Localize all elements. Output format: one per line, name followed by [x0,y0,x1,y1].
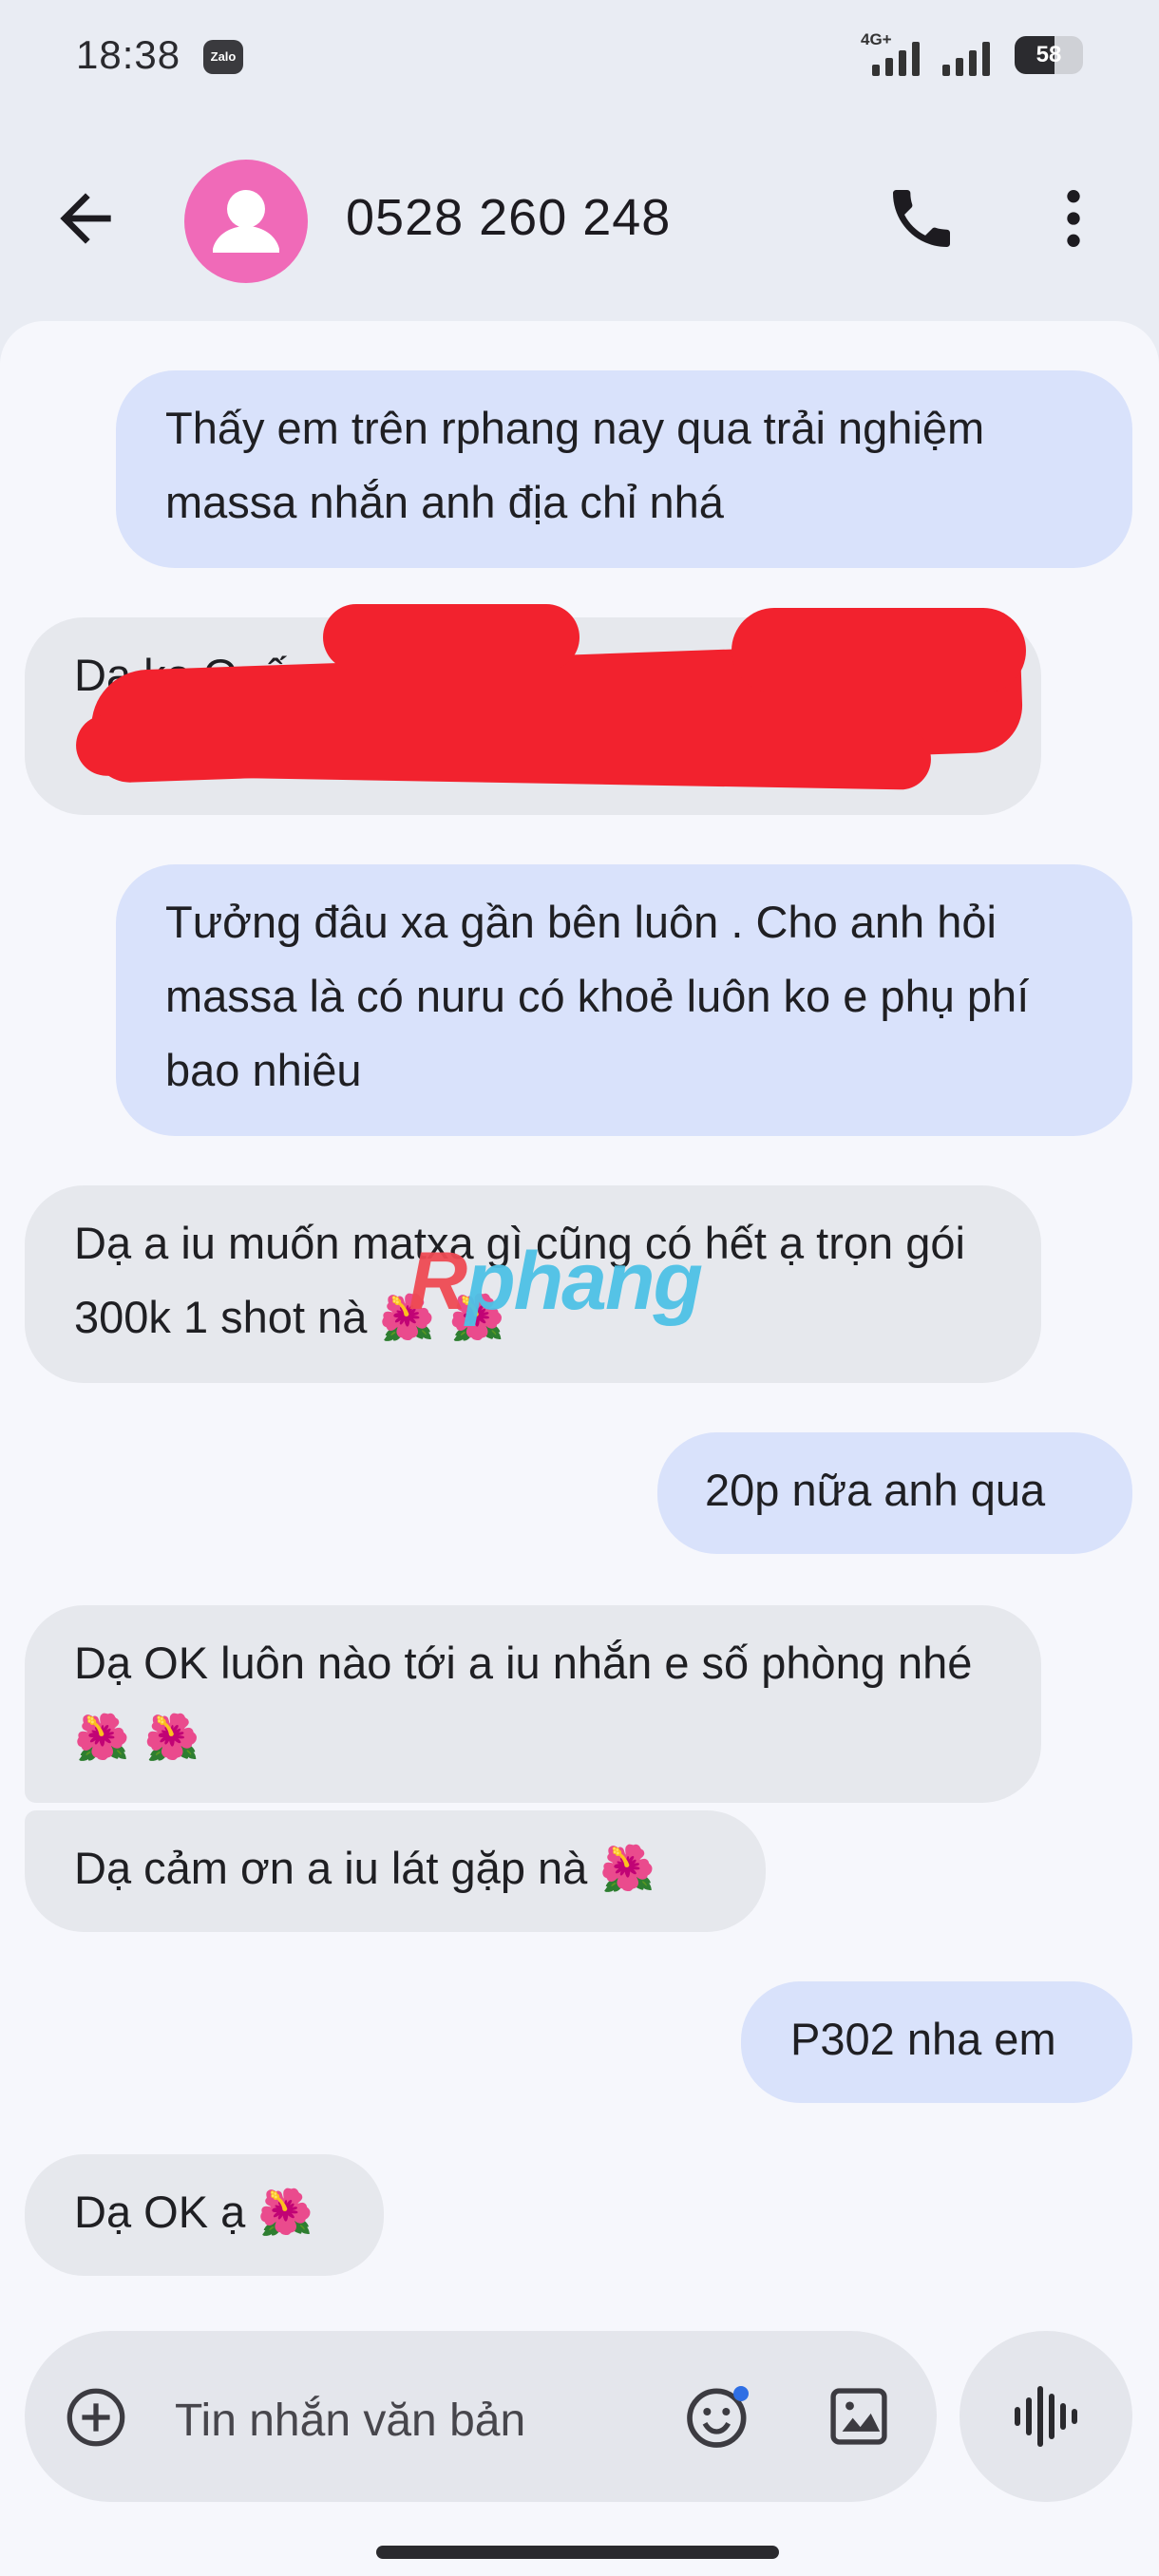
message-text: Dạ OK luôn nào tới a iu nhắn e số phòng … [74,1638,973,1688]
signal-icon [872,42,920,76]
message-text: Dạ cảm ơn a iu lát gặp nà [74,1843,588,1893]
hibiscus-emoji: 🌺 [599,1843,656,1895]
call-button[interactable] [884,180,960,256]
status-indicators: 4G+ 58 [855,28,1083,85]
add-attachment-button[interactable] [63,2384,129,2451]
more-vert-icon [1067,190,1080,247]
watermark-logo: Rphang [408,1236,703,1327]
battery-icon: 58 [1015,36,1083,74]
home-indicator[interactable] [376,2546,779,2559]
message-text: 20p nữa anh qua [705,1465,1046,1515]
redaction-scribble [323,604,580,671]
redaction-scribble [732,608,1026,693]
message-text: Tưởng đâu xa gần bên luôn . Cho anh hỏi … [165,897,1030,1095]
hibiscus-emoji: 🌺 🌺 [74,1712,200,1764]
signal-icon-2 [942,42,990,76]
message-incoming[interactable]: Dạ cảm ơn a iu lát gặp nà 🌺 [25,1810,766,1932]
contact-title[interactable]: 0528 260 248 [346,188,671,247]
image-icon [830,2388,887,2445]
back-button[interactable] [48,180,124,256]
avatar[interactable] [184,160,308,283]
more-options-button[interactable] [1036,180,1112,256]
add-circle-icon [66,2388,125,2447]
message-input[interactable] [173,2386,652,2454]
message-incoming[interactable]: Dạ OK luôn nào tới a iu nhắn e số phòng … [25,1605,1041,1803]
message-outgoing[interactable]: Thấy em trên rphang nay qua trải nghiệm … [116,370,1132,568]
phone-icon [893,190,950,247]
message-composer [25,2331,937,2502]
status-time: 18:38 [76,32,181,77]
message-outgoing[interactable]: P302 nha em [741,1981,1132,2103]
message-outgoing[interactable]: 20p nữa anh qua [657,1432,1132,1554]
message-incoming[interactable]: Dạ OK ạ 🌺 [25,2154,384,2276]
message-text: P302 nha em [790,2014,1056,2064]
message-text: Dạ OK ạ [74,2187,246,2237]
emoji-button[interactable] [680,2378,756,2454]
battery-level: 58 [1036,42,1062,67]
emoji-icon [687,2386,749,2448]
hibiscus-emoji: 🌺 [257,2187,314,2239]
voice-message-button[interactable] [960,2331,1132,2502]
message-text: Thấy em trên rphang nay qua trải nghiệm … [165,403,985,527]
status-bar: 18:38 Zalo 4G+ 58 [0,0,1159,114]
zalo-notification-icon: Zalo [203,40,243,74]
voice-wave-icon [1015,2386,1077,2447]
gallery-button[interactable] [823,2380,895,2453]
person-icon [213,190,279,253]
arrow-left-icon [60,193,111,244]
message-outgoing[interactable]: Tưởng đâu xa gần bên luôn . Cho anh hỏi … [116,864,1132,1136]
conversation-header: 0528 260 248 [0,133,1159,313]
